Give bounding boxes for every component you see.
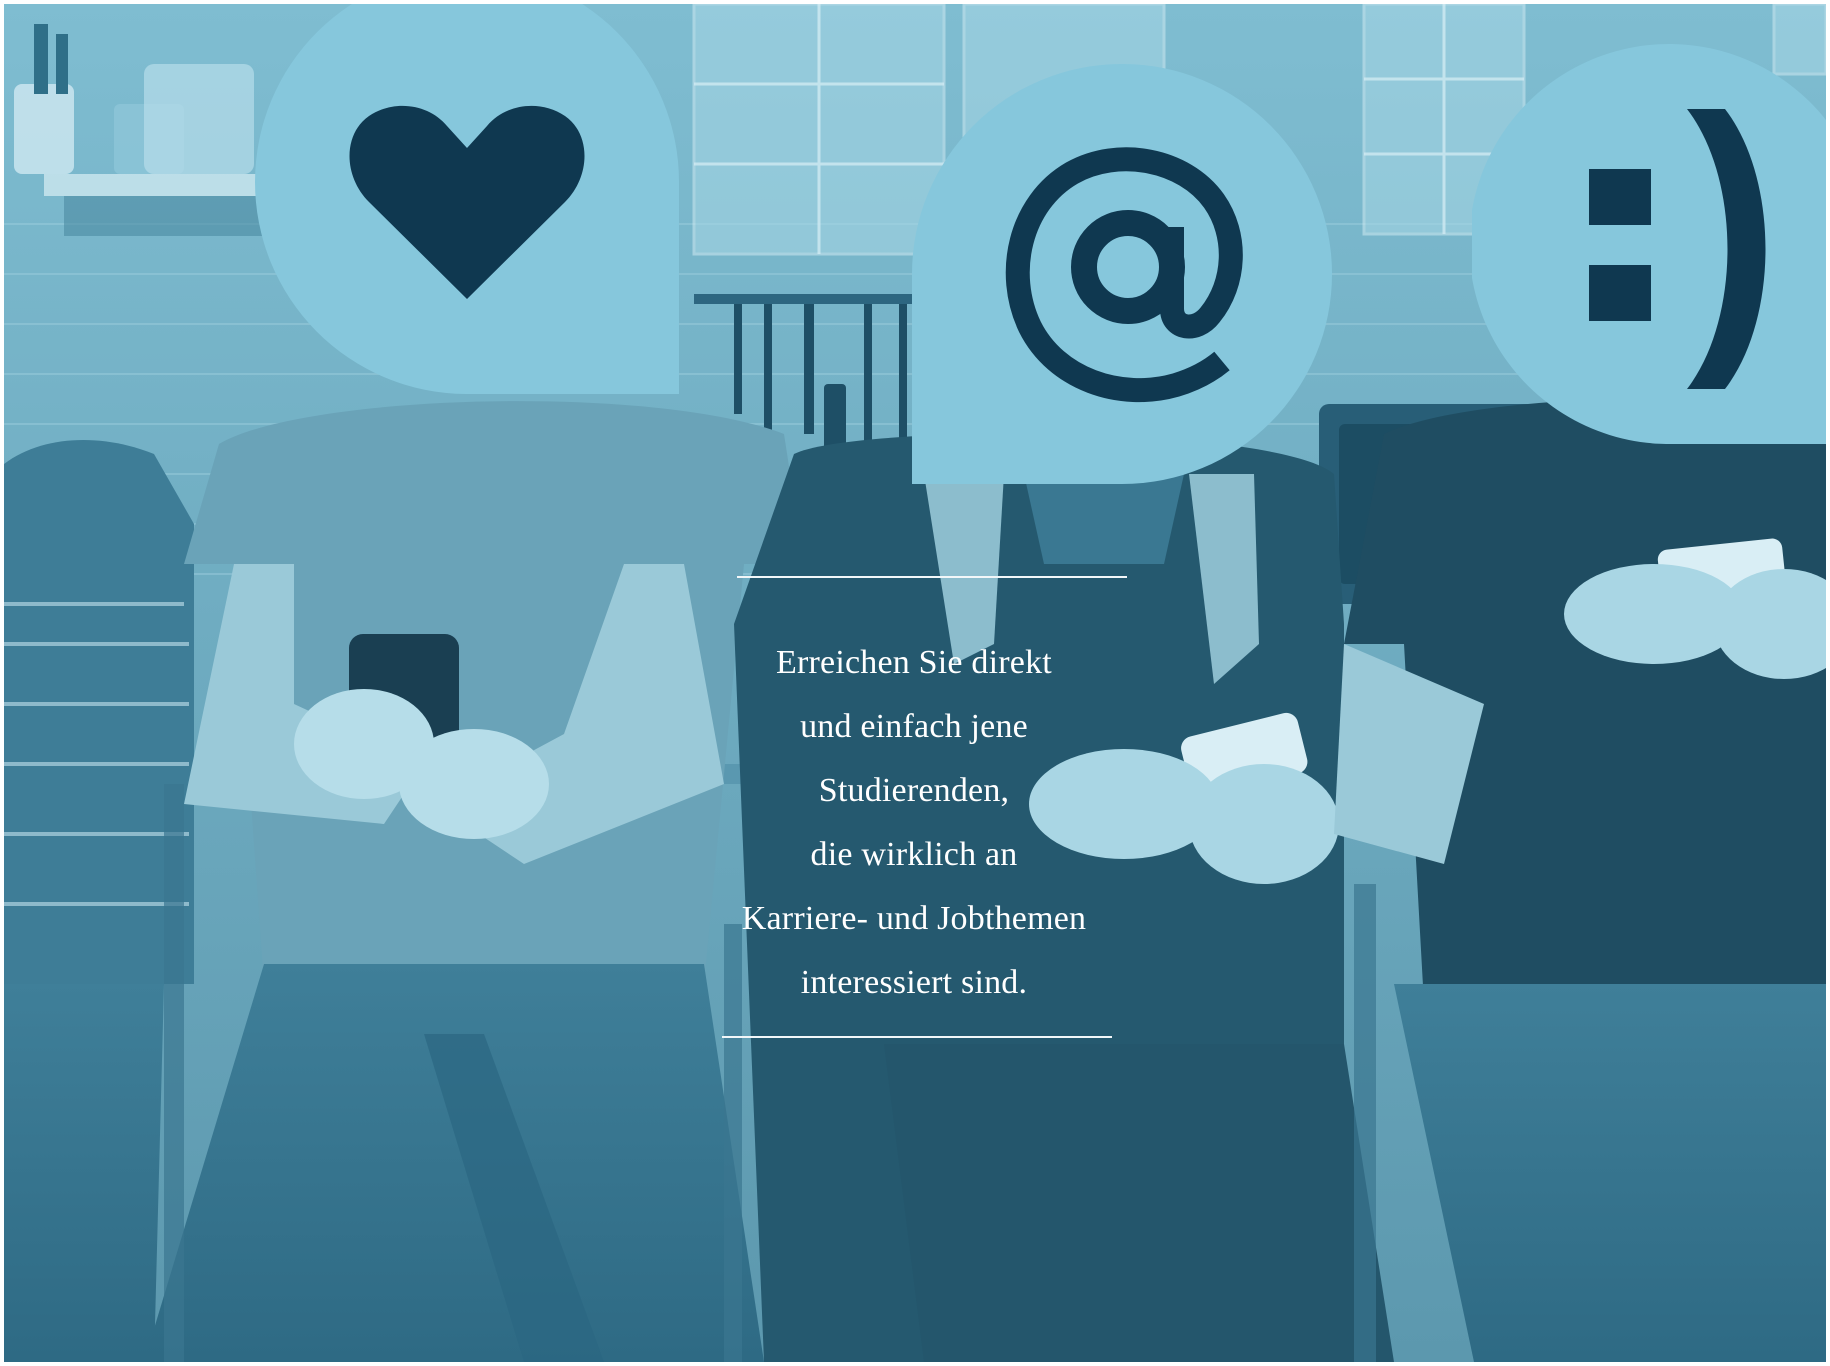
caption-line-5: Karriere- und Jobthemen [741,900,1087,937]
hero-image: Erreichen Sie direkt und einfach jene St… [4,4,1826,1362]
caption-line-2: und einfach jene [800,708,1028,745]
at-sign-icon [1000,139,1250,409]
caption-line-6: interessiert sind. [800,964,1028,1001]
caption-line-3: Studierenden, [818,772,1010,809]
caption-block: Erreichen Sie direkt und einfach jene St… [702,576,1127,1038]
caption-line-4: die wirklich an [810,836,1018,873]
divider-bottom [722,1036,1112,1038]
caption-line-1: Erreichen Sie direkt [776,644,1052,681]
smiley-icon [1589,109,1789,389]
divider-top [737,576,1127,578]
heart-icon [347,104,587,304]
caption-text: Erreichen Sie direkt und einfach jene St… [702,631,1126,1015]
